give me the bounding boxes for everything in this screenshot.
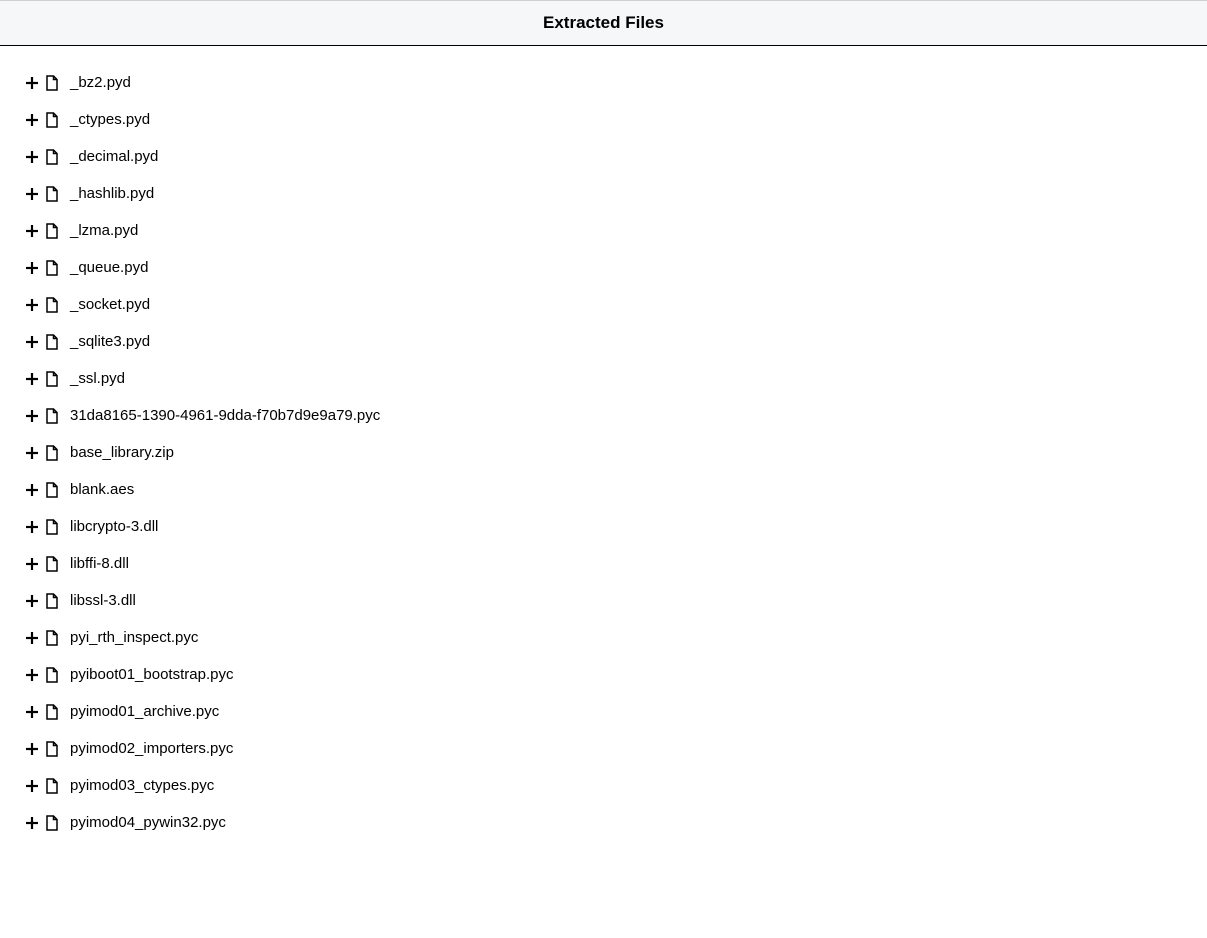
file-name-label: blank.aes [70,481,134,498]
file-icon [44,334,60,350]
file-name-label: _ctypes.pyd [70,111,150,128]
file-name-label: _socket.pyd [70,296,150,313]
file-icon [44,112,60,128]
file-name-label: 31da8165-1390-4961-9dda-f70b7d9e9a79.pyc [70,407,380,424]
plus-icon[interactable] [24,445,40,461]
file-name-label: _queue.pyd [70,259,148,276]
page-header: Extracted Files [0,0,1207,46]
file-icon [44,75,60,91]
file-item[interactable]: _ctypes.pyd [24,101,1183,138]
file-name-label: pyimod03_ctypes.pyc [70,777,214,794]
file-name-label: _sqlite3.pyd [70,333,150,350]
plus-icon[interactable] [24,260,40,276]
file-icon [44,630,60,646]
file-icon [44,519,60,535]
file-item[interactable]: _bz2.pyd [24,64,1183,101]
plus-icon[interactable] [24,778,40,794]
plus-icon[interactable] [24,482,40,498]
plus-icon[interactable] [24,371,40,387]
file-icon [44,371,60,387]
file-item[interactable]: _ssl.pyd [24,360,1183,397]
plus-icon[interactable] [24,741,40,757]
file-icon [44,260,60,276]
file-icon [44,297,60,313]
file-name-label: _bz2.pyd [70,74,131,91]
file-list: _bz2.pyd _ctypes.pyd _decimal.pyd _hashlib.… [0,46,1207,859]
file-name-label: _hashlib.pyd [70,185,154,202]
plus-icon[interactable] [24,75,40,91]
file-item[interactable]: libcrypto-3.dll [24,508,1183,545]
file-item[interactable]: _hashlib.pyd [24,175,1183,212]
page-title: Extracted Files [543,13,664,32]
file-icon [44,741,60,757]
plus-icon[interactable] [24,149,40,165]
plus-icon[interactable] [24,593,40,609]
file-name-label: pyimod04_pywin32.pyc [70,814,226,831]
file-icon [44,223,60,239]
file-name-label: _decimal.pyd [70,148,158,165]
file-icon [44,408,60,424]
file-name-label: _lzma.pyd [70,222,138,239]
file-item[interactable]: libffi-8.dll [24,545,1183,582]
file-item[interactable]: pyimod01_archive.pyc [24,693,1183,730]
file-item[interactable]: 31da8165-1390-4961-9dda-f70b7d9e9a79.pyc [24,397,1183,434]
file-icon [44,186,60,202]
file-name-label: pyimod01_archive.pyc [70,703,219,720]
file-icon [44,815,60,831]
file-name-label: pyi_rth_inspect.pyc [70,629,198,646]
file-item[interactable]: base_library.zip [24,434,1183,471]
file-item[interactable]: pyiboot01_bootstrap.pyc [24,656,1183,693]
file-name-label: libffi-8.dll [70,555,129,572]
plus-icon[interactable] [24,667,40,683]
file-icon [44,445,60,461]
file-item[interactable]: _socket.pyd [24,286,1183,323]
plus-icon[interactable] [24,704,40,720]
file-icon [44,149,60,165]
file-name-label: pyimod02_importers.pyc [70,740,233,757]
file-icon [44,704,60,720]
file-item[interactable]: blank.aes [24,471,1183,508]
plus-icon[interactable] [24,556,40,572]
plus-icon[interactable] [24,334,40,350]
plus-icon[interactable] [24,297,40,313]
file-name-label: base_library.zip [70,444,174,461]
plus-icon[interactable] [24,630,40,646]
file-item[interactable]: pyimod04_pywin32.pyc [24,804,1183,841]
plus-icon[interactable] [24,223,40,239]
file-name-label: libcrypto-3.dll [70,518,158,535]
plus-icon[interactable] [24,519,40,535]
file-icon [44,482,60,498]
plus-icon[interactable] [24,186,40,202]
plus-icon[interactable] [24,815,40,831]
file-item[interactable]: _lzma.pyd [24,212,1183,249]
file-icon [44,556,60,572]
plus-icon[interactable] [24,408,40,424]
file-item[interactable]: libssl-3.dll [24,582,1183,619]
file-name-label: _ssl.pyd [70,370,125,387]
file-item[interactable]: pyi_rth_inspect.pyc [24,619,1183,656]
plus-icon[interactable] [24,112,40,128]
file-item[interactable]: _decimal.pyd [24,138,1183,175]
file-icon [44,667,60,683]
file-item[interactable]: _queue.pyd [24,249,1183,286]
file-item[interactable]: _sqlite3.pyd [24,323,1183,360]
file-name-label: libssl-3.dll [70,592,136,609]
file-name-label: pyiboot01_bootstrap.pyc [70,666,233,683]
file-item[interactable]: pyimod03_ctypes.pyc [24,767,1183,804]
file-icon [44,778,60,794]
file-icon [44,593,60,609]
file-item[interactable]: pyimod02_importers.pyc [24,730,1183,767]
